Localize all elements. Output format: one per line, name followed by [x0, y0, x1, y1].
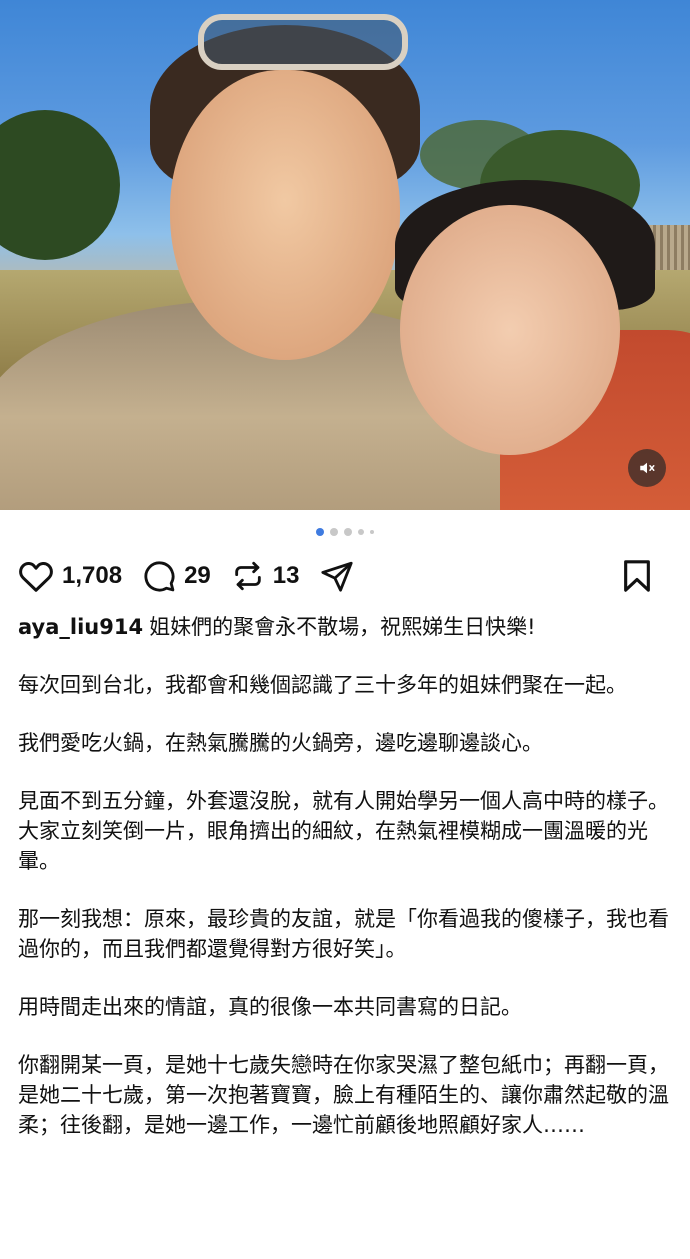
speaker-muted-icon [640, 462, 655, 474]
comment-count: 29 [184, 562, 211, 589]
caption-headline: aya_liu914 姐妹們的聚會永不散場，祝熙娣生日快樂! [18, 612, 672, 642]
carousel-dot [358, 529, 364, 535]
carousel-dot [370, 530, 374, 534]
bookmark-icon [624, 560, 650, 592]
caption-paragraph: 用時間走出來的情誼，真的很像一本共同書寫的日記。 [18, 995, 522, 1019]
caption-paragraph: 每次回到台北，我都會和幾個認識了三十多年的姐妹們聚在一起。 [18, 673, 627, 697]
caption-paragraph: 你翻開某一頁，是她十七歲失戀時在你家哭濕了整包紙巾；再翻一頁，是她二十七歲，第一… [18, 1053, 669, 1137]
heart-icon [19, 562, 53, 592]
carousel-indicator [0, 528, 690, 536]
photo-sunglasses [198, 14, 408, 70]
photo-tree [0, 110, 120, 260]
caption-first-line: 姐妹們的聚會永不散場，祝熙娣生日快樂! [149, 615, 536, 639]
carousel-dot [330, 528, 338, 536]
caption-paragraph: 那一刻我想：原來，最珍貴的友誼，就是「你看過我的傻樣子，我也看過你的，而且我們都… [18, 907, 669, 961]
comment-bubble-icon [144, 561, 175, 592]
caption-paragraph: 見面不到五分鐘，外套還沒脫，就有人開始學另一個人高中時的樣子。大家立刻笑倒一片，… [18, 789, 669, 873]
like-count: 1,708 [62, 562, 123, 589]
send-icon [321, 561, 354, 592]
post-actions-bar: 1,708 29 13 [18, 556, 672, 596]
save-button[interactable] [622, 559, 652, 593]
photo-person-left-face [170, 70, 400, 360]
mute-button[interactable] [628, 449, 666, 487]
caption-paragraph: 我們愛吃火鍋，在熱氣騰騰的火鍋旁，邊吃邊聊邊談心。 [18, 731, 543, 755]
post-caption: aya_liu914 姐妹們的聚會永不散場，祝熙娣生日快樂! 每次回到台北，我都會… [18, 612, 672, 1140]
repost-button[interactable]: 13 [231, 559, 300, 593]
repost-count: 13 [272, 562, 300, 589]
like-button[interactable]: 1,708 [18, 559, 122, 593]
username-link[interactable]: aya_liu914 [18, 615, 143, 639]
post-photo[interactable] [0, 0, 690, 510]
repost-icon [235, 561, 261, 591]
carousel-dot [316, 528, 324, 536]
carousel-dot [344, 528, 352, 536]
share-button[interactable] [319, 559, 355, 593]
comment-button[interactable]: 29 [142, 559, 211, 593]
photo-person-right-face [400, 205, 620, 455]
